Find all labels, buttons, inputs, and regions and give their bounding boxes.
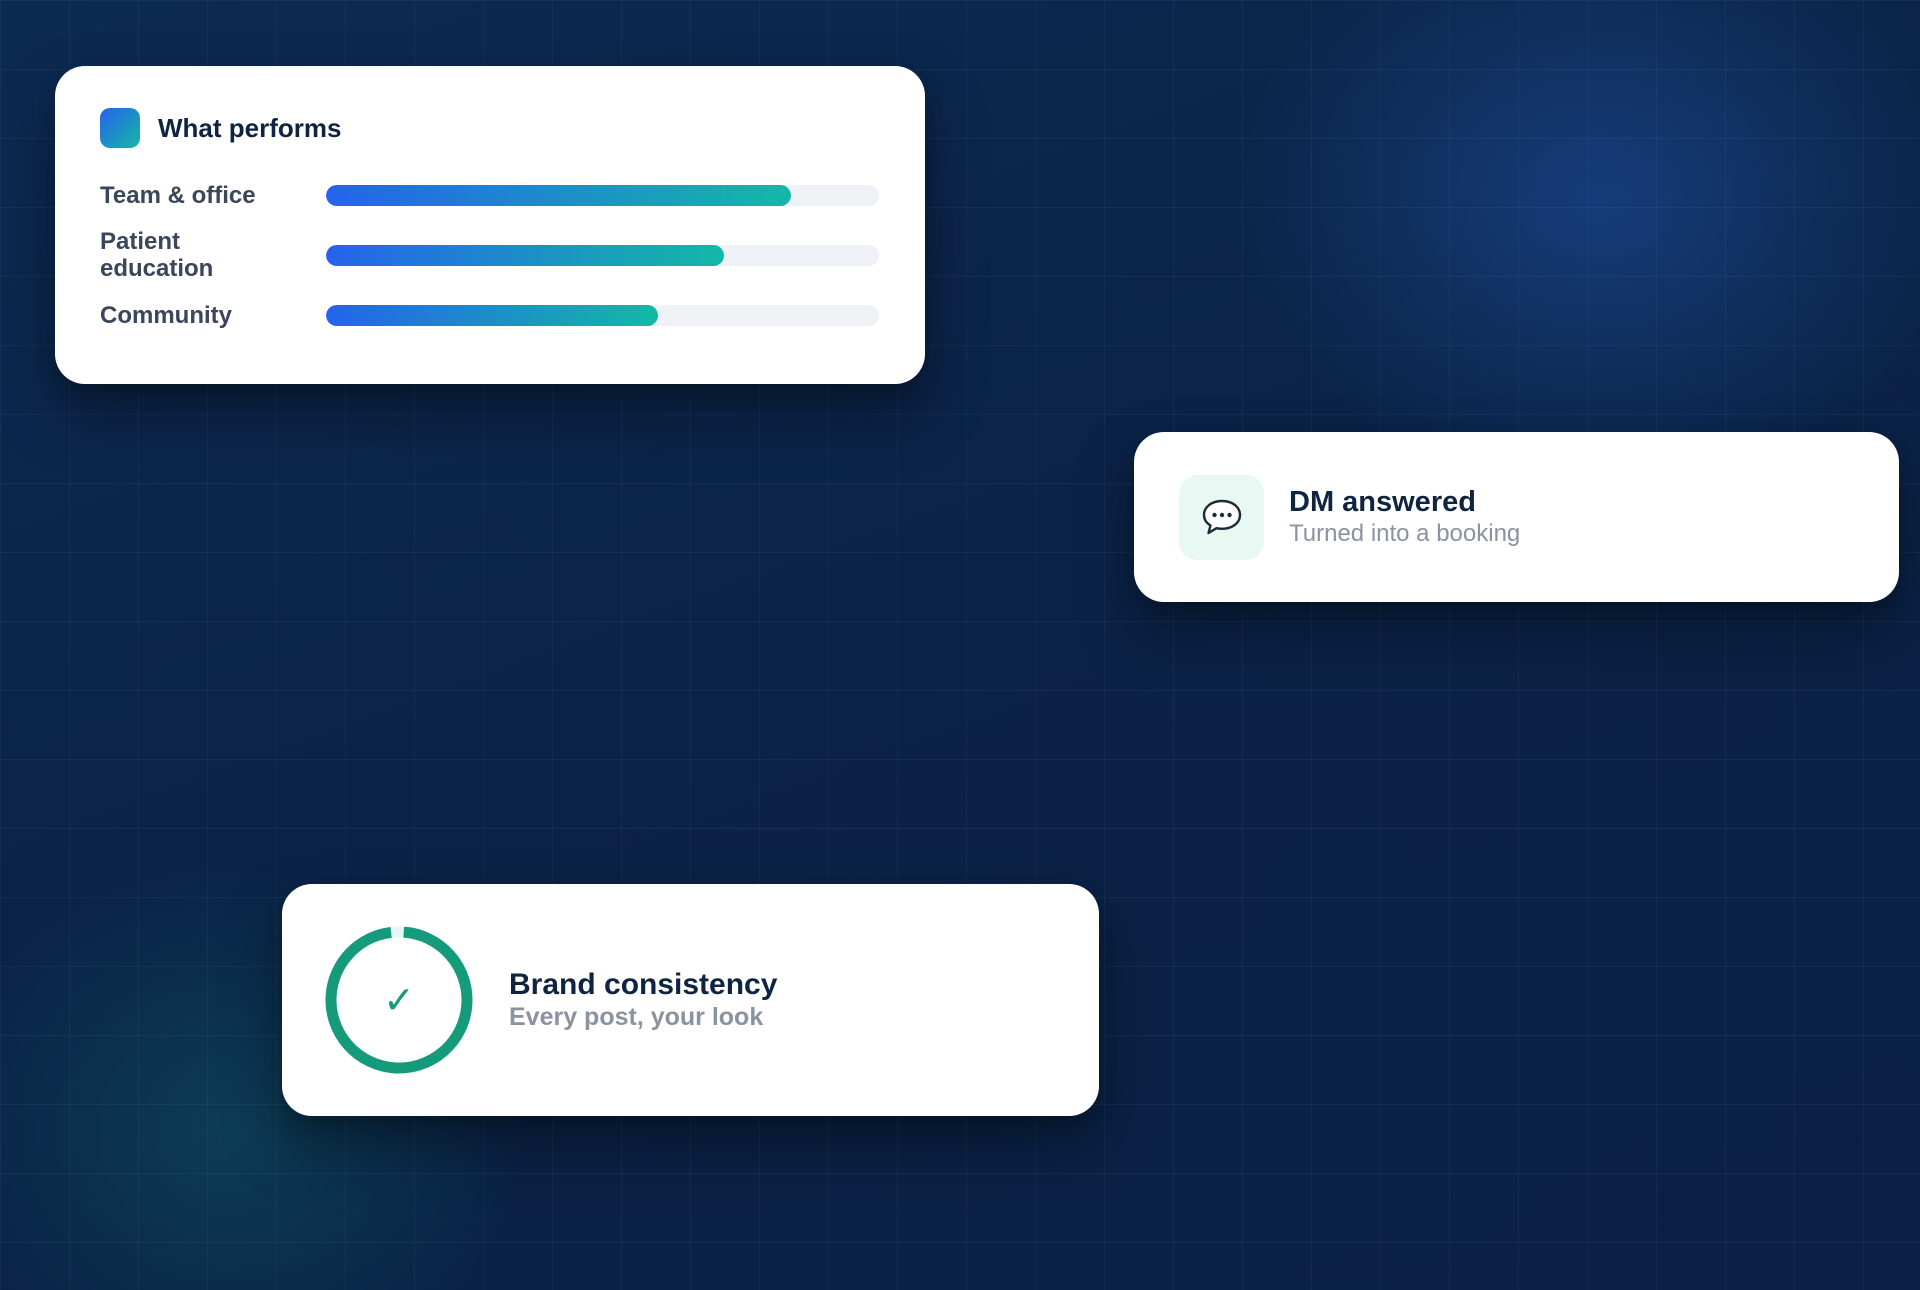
perf-row-label: Team & office (100, 181, 256, 209)
perf-bar-track (326, 304, 879, 326)
brand-text-group: Brand consistency Every post, your look (509, 968, 777, 1032)
dm-answered-card: DM answered Turned into a booking (1134, 432, 1899, 602)
dm-subtitle: Turned into a booking (1289, 520, 1521, 547)
perf-row-patient-education: Patient education (100, 224, 880, 286)
perf-card-title: What performs (158, 112, 342, 143)
perf-card-header: What performs (100, 108, 880, 148)
dm-text-group: DM answered Turned into a booking (1289, 485, 1520, 549)
perf-bar-track (326, 184, 879, 206)
brand-title: Brand consistency (509, 968, 778, 1001)
perf-row-label: Patient education (100, 228, 214, 282)
perf-bar-fill (326, 304, 658, 326)
speech-bubble-icon (1179, 474, 1264, 560)
check-icon: ✓ (383, 978, 415, 1022)
progress-ring: ✓ (324, 925, 474, 1075)
gradient-square-icon (100, 108, 140, 148)
what-performs-card: What performs Team & office Patient educ… (55, 66, 925, 384)
brand-subtitle: Every post, your look (509, 1003, 764, 1031)
brand-consistency-card: ✓ Brand consistency Every post, your loo… (282, 884, 1099, 1116)
perf-bar-fill (326, 184, 791, 206)
perf-row-team-office: Team & office (100, 166, 880, 224)
dm-title: DM answered (1289, 486, 1476, 518)
perf-bar-track (326, 244, 879, 266)
perf-row-label: Community (100, 301, 232, 329)
perf-bar-fill (326, 244, 725, 266)
perf-row-community: Community (100, 286, 880, 344)
